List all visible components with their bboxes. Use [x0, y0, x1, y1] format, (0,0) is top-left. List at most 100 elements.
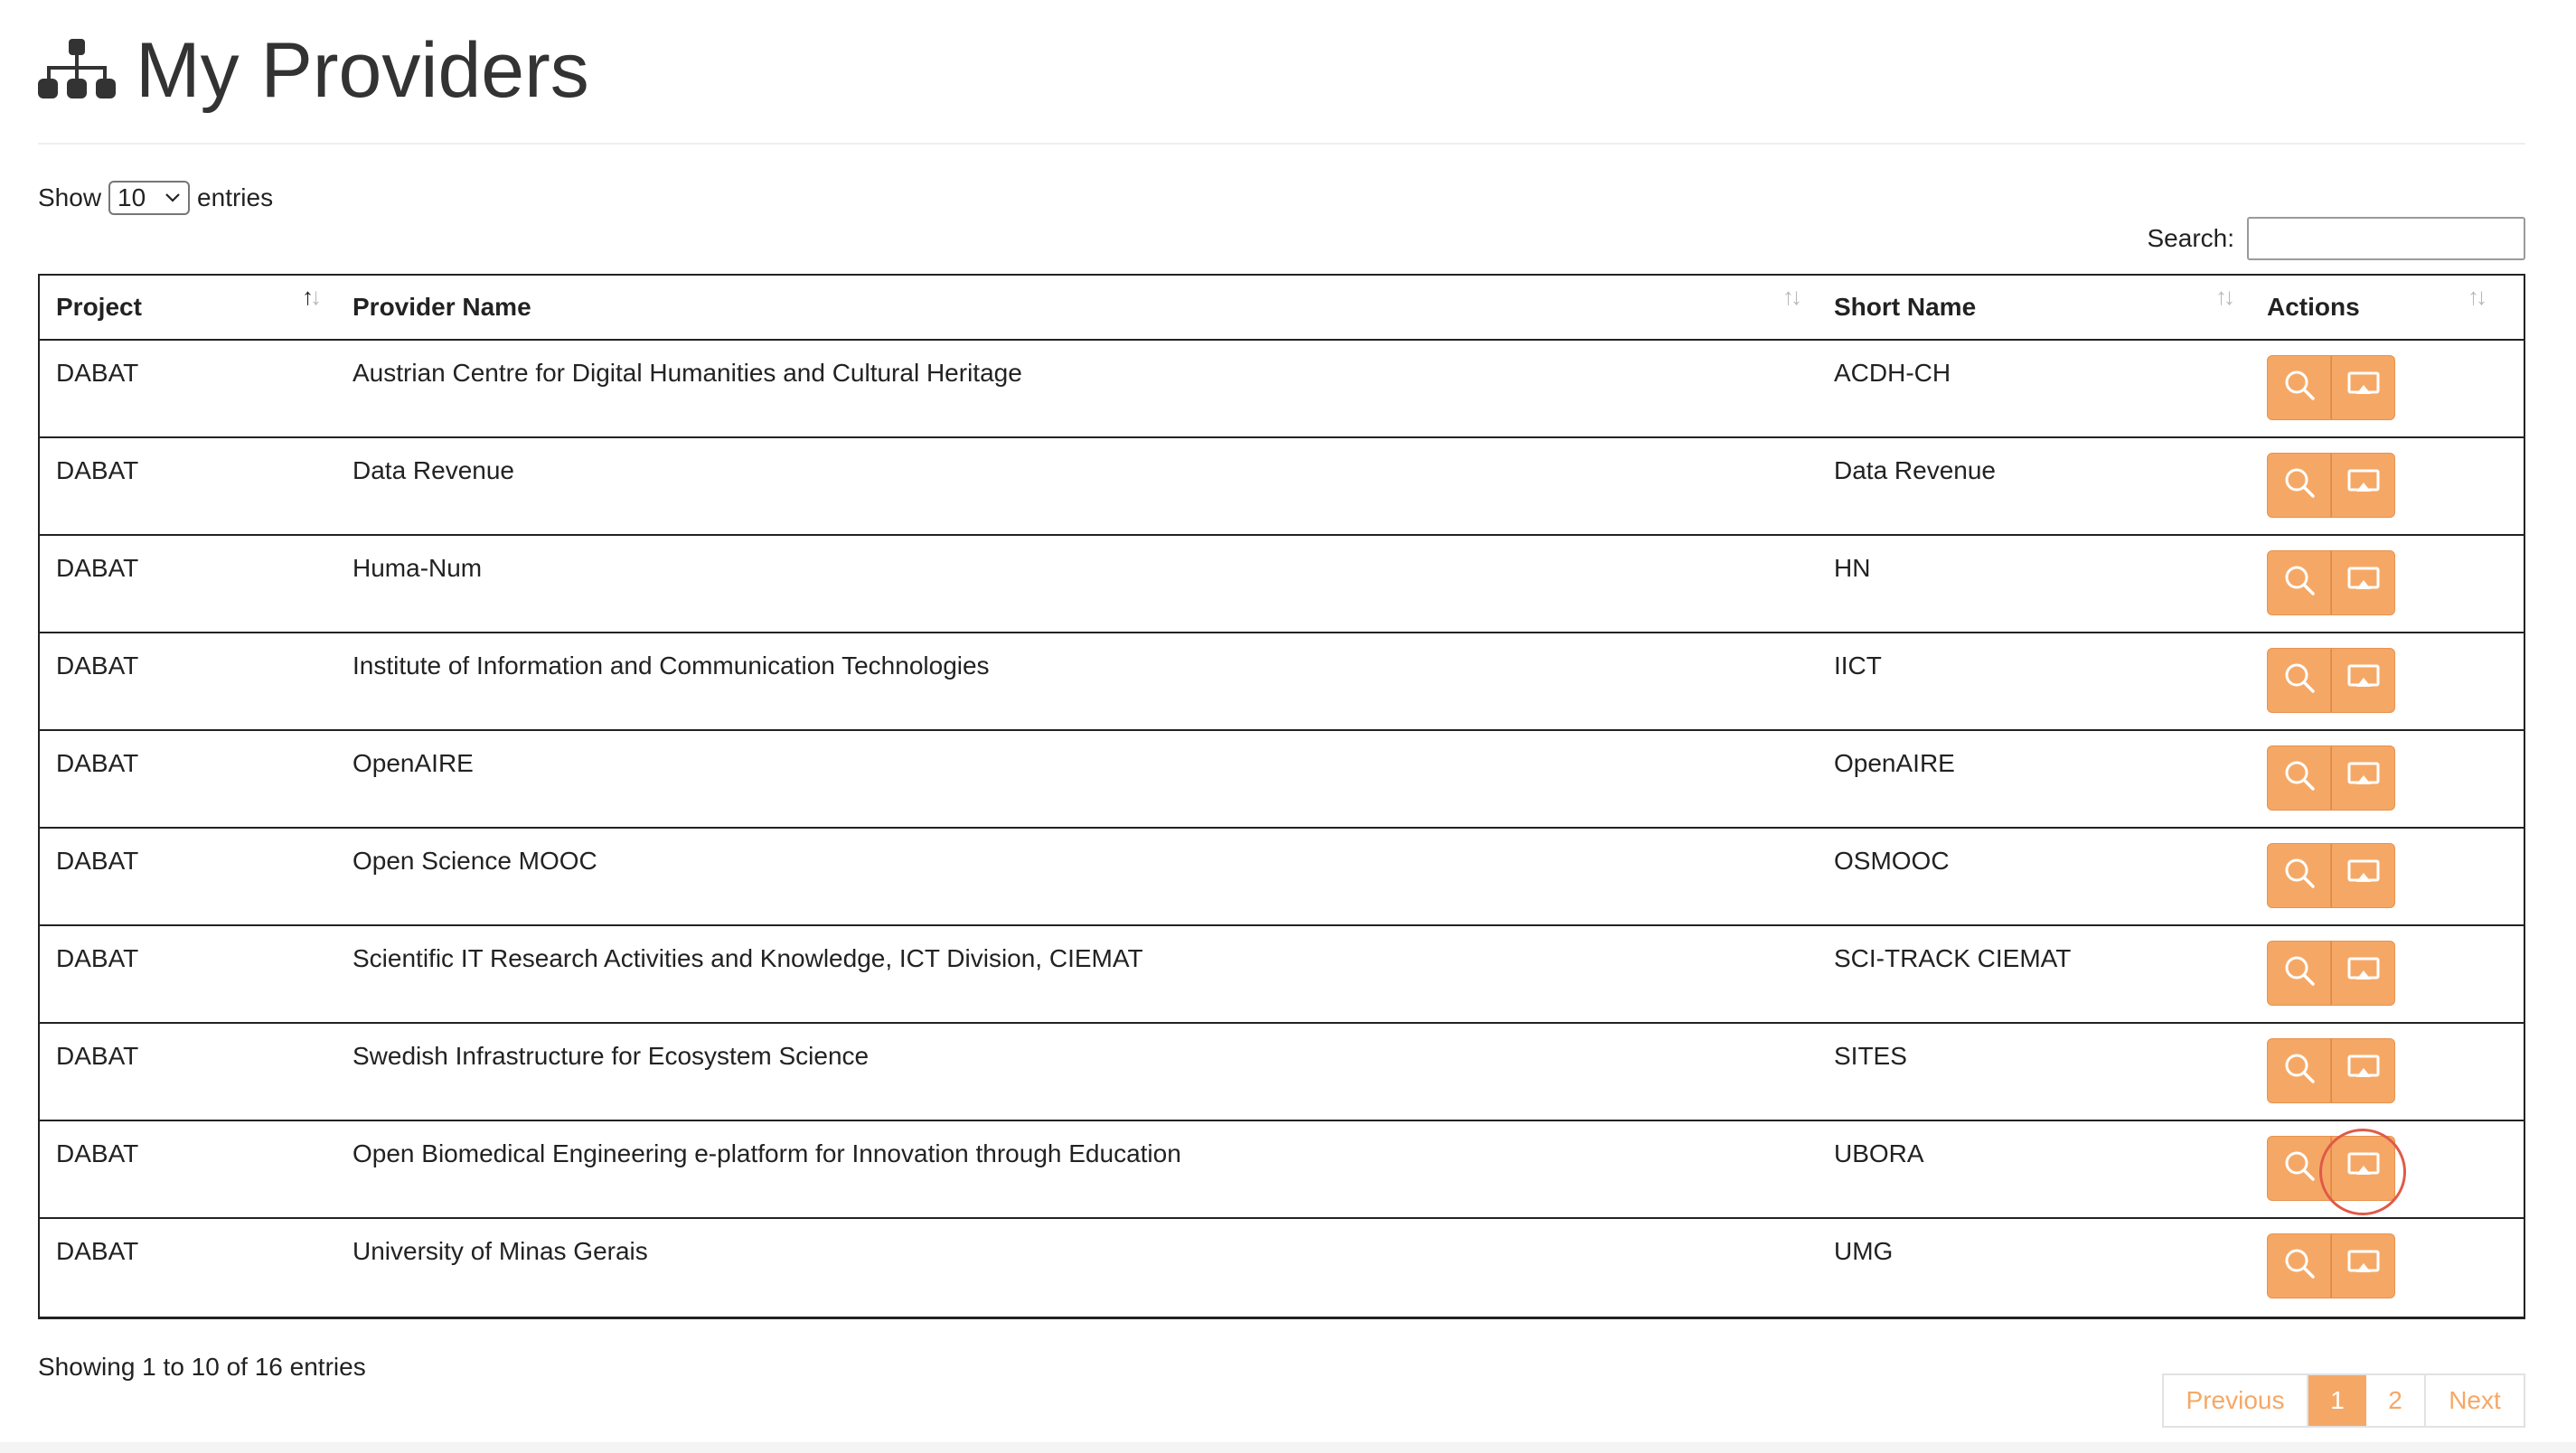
- length-prefix: Show: [38, 183, 102, 211]
- table-header: Project ↑↓ Provider Name ↑↓ Short Name ↑…: [40, 276, 2524, 341]
- sort-icon: ↑↓: [2215, 283, 2235, 310]
- presentation-icon: [2346, 563, 2381, 604]
- action-button-group: [2267, 941, 2524, 1006]
- cell-provider-name: Institute of Information and Communicati…: [353, 652, 990, 680]
- entries-per-page-select[interactable]: 10: [108, 181, 191, 215]
- header-divider: [38, 143, 2525, 145]
- page-2-button[interactable]: 2: [2366, 1375, 2426, 1426]
- presentation-icon: [2346, 661, 2381, 701]
- cell-provider-name: Huma-Num: [353, 554, 483, 582]
- column-header-actions[interactable]: Actions ↑↓: [2251, 276, 2524, 339]
- table-info: Showing 1 to 10 of 16 entries: [38, 1353, 366, 1381]
- search-input[interactable]: [2247, 217, 2525, 260]
- pagination: Previous 1 2 Next: [2162, 1373, 2525, 1428]
- cell-short-name: UMG: [1834, 1237, 1894, 1265]
- cell-short-name: OpenAIRE: [1834, 749, 1955, 777]
- view-button[interactable]: [2267, 1233, 2331, 1298]
- table-row: DABAT University of Minas Gerais UMG: [40, 1219, 2524, 1317]
- column-label: Provider Name: [353, 293, 531, 321]
- action-button-group: [2267, 648, 2524, 713]
- search-icon: [2282, 1246, 2317, 1287]
- presentation-icon: [2346, 758, 2381, 799]
- present-button[interactable]: [2331, 941, 2395, 1006]
- cell-short-name: HN: [1834, 554, 1871, 582]
- view-button[interactable]: [2267, 745, 2331, 811]
- present-button[interactable]: [2331, 1233, 2395, 1298]
- cell-project: DABAT: [56, 359, 139, 387]
- table-row: DABAT Swedish Infrastructure for Ecosyste…: [40, 1024, 2524, 1121]
- column-header-short-name[interactable]: Short Name ↑↓: [1818, 276, 2251, 339]
- present-button[interactable]: [2331, 648, 2395, 713]
- cell-short-name: SCI-TRACK CIEMAT: [1834, 944, 2072, 972]
- table-row: DABAT Austrian Centre for Digital Humanit…: [40, 341, 2524, 438]
- table-row: DABAT Scientific IT Research Activities a…: [40, 926, 2524, 1024]
- view-button[interactable]: [2267, 1038, 2331, 1103]
- search-icon: [2282, 856, 2317, 896]
- view-button[interactable]: [2267, 843, 2331, 908]
- view-button[interactable]: [2267, 550, 2331, 615]
- click-highlight-ring: [2319, 1129, 2406, 1215]
- cell-project: DABAT: [56, 944, 139, 972]
- table-row: DABAT Open Science MOOC OSMOOC: [40, 829, 2524, 926]
- sort-icon: ↑↓: [2468, 283, 2487, 310]
- present-button[interactable]: [2331, 550, 2395, 615]
- action-button-group: [2267, 1038, 2524, 1103]
- present-button[interactable]: [2331, 843, 2395, 908]
- column-header-provider-name[interactable]: Provider Name ↑↓: [336, 276, 1818, 339]
- cell-project: DABAT: [56, 1042, 139, 1070]
- search-icon: [2282, 563, 2317, 604]
- action-button-group: [2267, 843, 2524, 908]
- cell-short-name: OSMOOC: [1834, 847, 1950, 875]
- table-row: DABAT OpenAIRE OpenAIRE: [40, 731, 2524, 829]
- action-button-group: [2267, 453, 2524, 518]
- cell-provider-name: Scientific IT Research Activities and Kn…: [353, 944, 1143, 972]
- present-button[interactable]: [2331, 745, 2395, 811]
- cell-actions: [2251, 926, 2524, 1022]
- search-label: Search:: [2147, 224, 2235, 252]
- cell-project: DABAT: [56, 847, 139, 875]
- view-button[interactable]: [2267, 453, 2331, 518]
- cell-short-name: SITES: [1834, 1042, 1907, 1070]
- search-icon: [2282, 661, 2317, 701]
- presentation-icon: [2346, 953, 2381, 994]
- view-button[interactable]: [2267, 355, 2331, 420]
- cell-short-name: UBORA: [1834, 1139, 1924, 1167]
- present-button[interactable]: [2331, 453, 2395, 518]
- table-row: DABAT Huma-Num HN: [40, 536, 2524, 633]
- table-row: DABAT Data Revenue Data Revenue: [40, 438, 2524, 536]
- column-label: Short Name: [1834, 293, 1977, 321]
- column-label: Project: [56, 293, 142, 321]
- page-title: My Providers: [136, 27, 589, 114]
- cell-project: DABAT: [56, 1237, 139, 1265]
- bottom-strip: [0, 1442, 2576, 1453]
- chevron-down-icon: [165, 193, 180, 202]
- page-1-button[interactable]: 1: [2308, 1375, 2366, 1426]
- sitemap-icon: [38, 39, 116, 98]
- view-button[interactable]: [2267, 941, 2331, 1006]
- cell-actions: [2251, 1219, 2524, 1317]
- cell-provider-name: Data Revenue: [353, 456, 515, 484]
- present-button[interactable]: [2331, 1038, 2395, 1103]
- search-control: Search:: [2147, 217, 2525, 260]
- next-page-button[interactable]: Next: [2426, 1375, 2524, 1426]
- cell-project: DABAT: [56, 554, 139, 582]
- sort-icon: ↑↓: [1782, 283, 1802, 310]
- view-button[interactable]: [2267, 648, 2331, 713]
- present-button[interactable]: [2331, 355, 2395, 420]
- action-button-group: [2267, 745, 2524, 811]
- action-button-group: [2267, 355, 2524, 420]
- cell-actions: [2251, 1024, 2524, 1120]
- column-header-project[interactable]: Project ↑↓: [40, 276, 336, 339]
- cell-actions: [2251, 731, 2524, 827]
- search-icon: [2282, 1051, 2317, 1092]
- table-body: DABAT Austrian Centre for Digital Humanit…: [40, 341, 2524, 1317]
- action-button-group: [2267, 550, 2524, 615]
- cell-actions: [2251, 633, 2524, 729]
- cell-project: DABAT: [56, 456, 139, 484]
- search-icon: [2282, 758, 2317, 799]
- presentation-icon: [2346, 1246, 2381, 1287]
- length-suffix: entries: [197, 183, 274, 211]
- cell-provider-name: University of Minas Gerais: [353, 1237, 648, 1265]
- previous-page-button[interactable]: Previous: [2164, 1375, 2308, 1426]
- cell-provider-name: Austrian Centre for Digital Humanities a…: [353, 359, 1022, 387]
